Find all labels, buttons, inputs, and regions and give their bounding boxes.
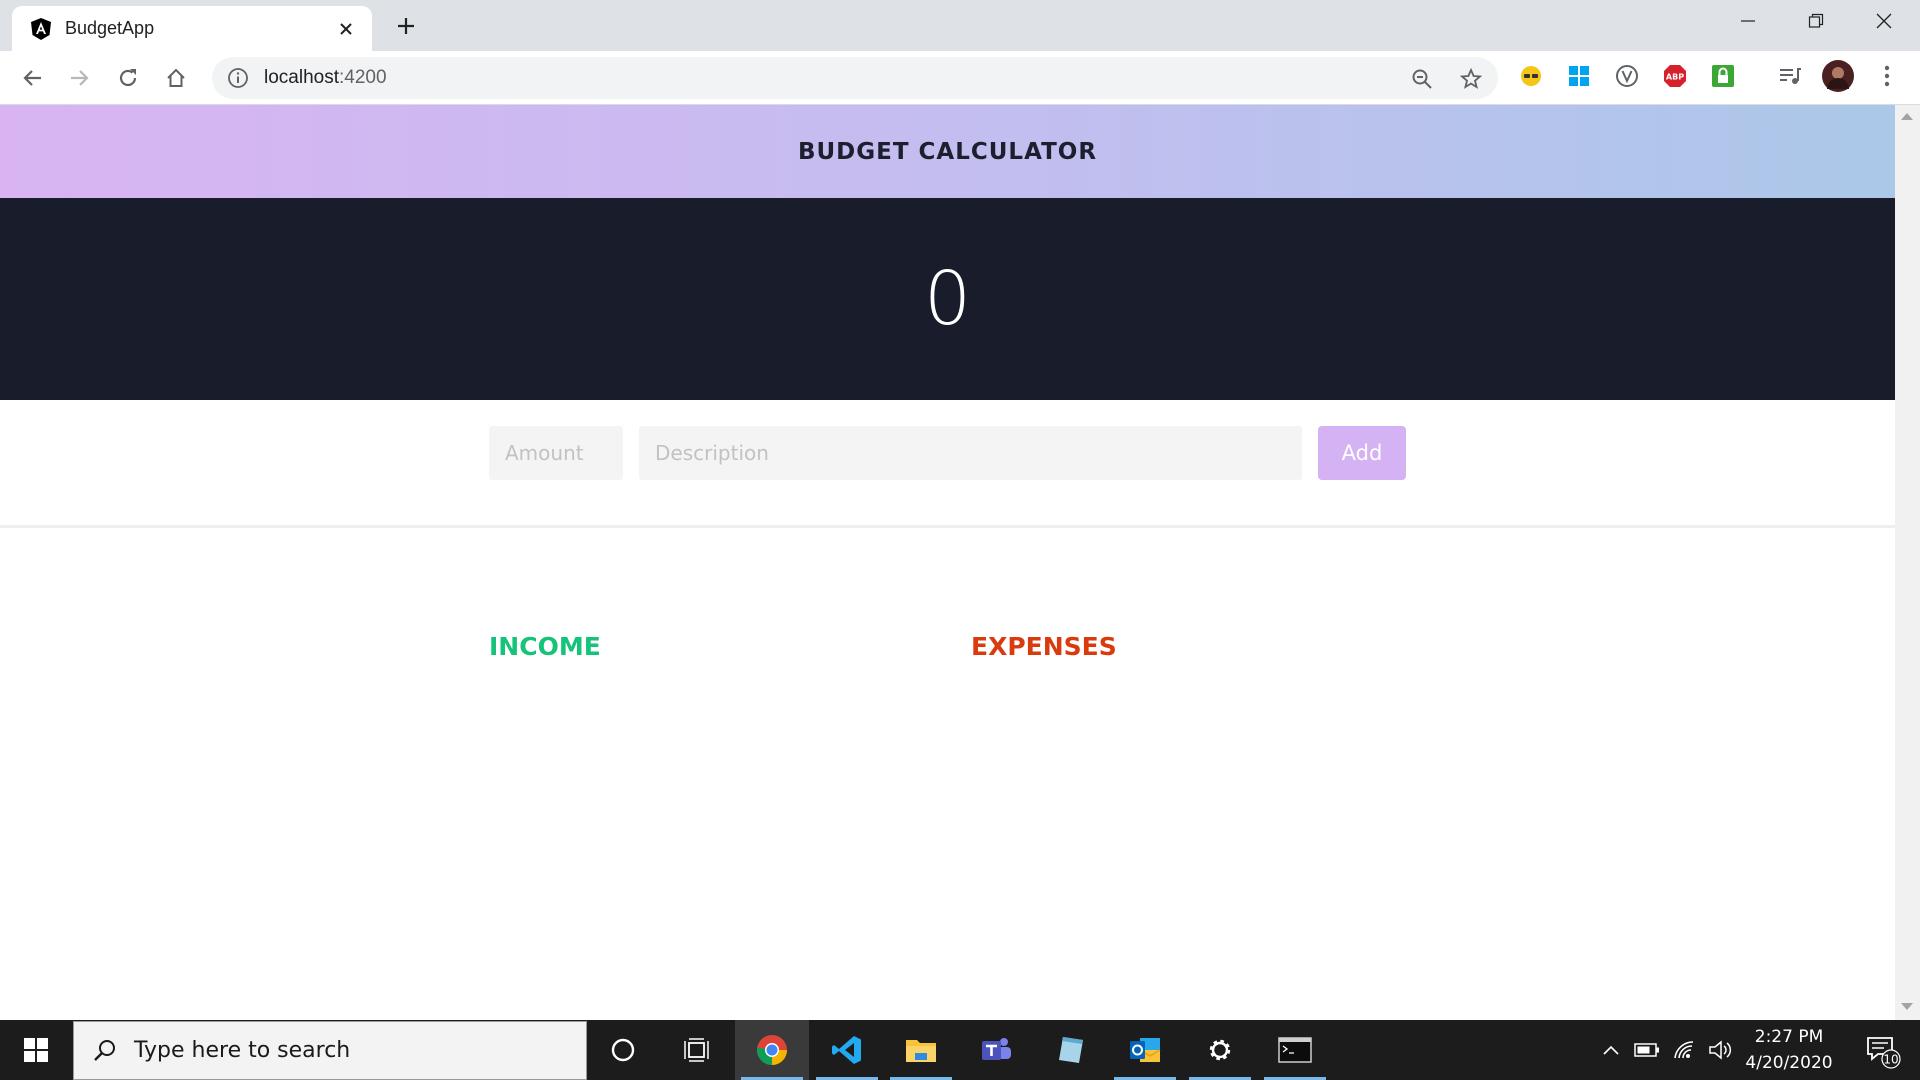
wifi-icon[interactable] [1668,1020,1702,1080]
tab-close-icon[interactable] [334,17,358,41]
extension-adblock-icon[interactable]: ABP [1662,63,1688,89]
browser-tab[interactable]: BudgetApp [12,6,372,51]
add-item-form: Add [0,400,1895,528]
windows-taskbar: Type here to search 2:27 PM 4/20/2020 10 [0,1020,1920,1080]
vscode-icon[interactable] [810,1020,884,1080]
taskbar-search-placeholder: Type here to search [134,1038,351,1063]
url-text: localhost:4200 [264,67,387,89]
file-explorer-icon[interactable] [884,1020,958,1080]
url-host: localhost [264,67,339,88]
page-scrollbar[interactable] [1895,105,1920,1020]
scroll-down-arrow-icon[interactable] [1901,1003,1913,1010]
expenses-heading: EXPENSES [971,632,1117,661]
taskbar-search-box[interactable]: Type here to search [73,1021,587,1080]
notepad-icon[interactable] [1034,1020,1108,1080]
profile-avatar[interactable] [1822,60,1854,92]
browser-menu-icon[interactable] [1874,63,1900,89]
scroll-up-arrow-icon[interactable] [1901,113,1913,120]
home-icon[interactable] [160,62,192,94]
minimize-icon[interactable] [1714,0,1782,42]
description-input[interactable] [639,426,1302,480]
address-bar[interactable]: localhost:4200 [212,57,1498,99]
income-heading: INCOME [489,632,601,661]
angular-favicon-icon [31,17,51,40]
teams-icon[interactable] [959,1020,1033,1080]
browser-tab-bar: BudgetApp [0,0,1920,51]
zoom-out-icon[interactable] [1408,65,1436,93]
bookmark-star-icon[interactable] [1457,65,1485,93]
tray-overflow-chevron-icon[interactable] [1596,1020,1626,1080]
forward-arrow-icon[interactable] [64,62,96,94]
extension-windows-icon[interactable] [1566,63,1592,89]
page-viewport: BUDGET CALCULATOR 0 Add INCOME EXPENSES [0,105,1895,1020]
new-tab-plus-icon[interactable] [392,12,420,40]
action-center-icon[interactable]: 10 [1852,1020,1912,1080]
chrome-icon[interactable] [735,1020,809,1080]
tab-title: BudgetApp [65,18,155,38]
clock-time: 2:27 PM [1754,1027,1824,1047]
settings-icon[interactable] [1183,1020,1257,1080]
search-icon [94,1039,115,1061]
amount-input[interactable] [489,426,623,480]
notification-count: 10 [1883,1053,1898,1067]
task-view-icon[interactable] [660,1020,734,1080]
media-controls-icon[interactable] [1777,63,1803,89]
back-arrow-icon[interactable] [16,62,48,94]
cortana-icon[interactable] [586,1020,660,1080]
outlook-icon[interactable] [1108,1020,1182,1080]
terminal-icon[interactable] [1258,1020,1332,1080]
url-port: :4200 [339,67,387,88]
svg-text:ABP: ABP [1666,73,1684,82]
restore-icon[interactable] [1782,0,1850,42]
app-title: BUDGET CALCULATOR [797,138,1098,165]
balance-panel: 0 [0,198,1895,400]
extension-glasses-icon[interactable] [1518,63,1544,89]
reload-icon[interactable] [112,62,144,94]
add-button[interactable]: Add [1318,426,1406,480]
windows-start-icon[interactable] [0,1020,72,1080]
extension-vimium-icon[interactable] [1614,63,1640,89]
site-info-icon[interactable] [226,66,250,90]
app-header: BUDGET CALCULATOR [0,105,1895,198]
window-close-icon[interactable] [1850,0,1918,42]
volume-icon[interactable] [1704,1020,1738,1080]
battery-icon[interactable] [1630,1020,1664,1080]
balance-value: 0 [923,256,972,342]
extension-lock-icon[interactable] [1710,63,1736,89]
clock-date: 4/20/2020 [1745,1053,1833,1073]
taskbar-clock[interactable]: 2:27 PM 4/20/2020 [1738,1024,1840,1076]
